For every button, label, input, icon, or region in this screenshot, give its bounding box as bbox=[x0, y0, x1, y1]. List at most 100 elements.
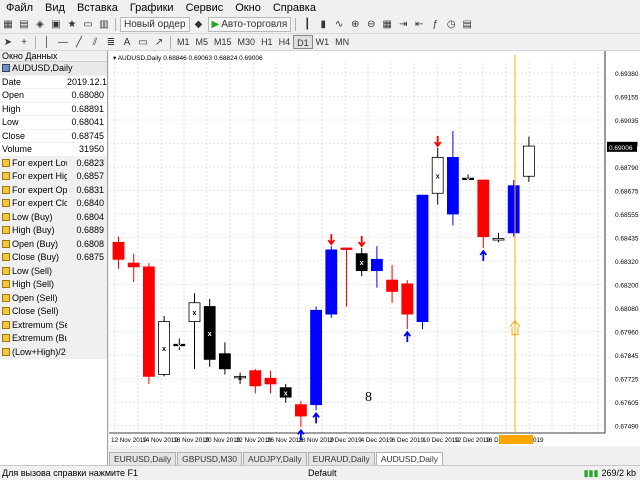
autotrading-label: Авто-торговля bbox=[221, 19, 288, 30]
data-window-icon[interactable]: ▣ bbox=[49, 17, 63, 32]
label-icon[interactable]: ▭ bbox=[136, 35, 150, 50]
profiles-icon[interactable]: ▤ bbox=[17, 17, 31, 32]
timeframe-m5[interactable]: M5 bbox=[193, 35, 212, 49]
timeframe-w1[interactable]: W1 bbox=[313, 35, 333, 49]
market-watch-icon[interactable]: ◈ bbox=[33, 17, 47, 32]
data-row: High 0.68891 bbox=[0, 103, 107, 116]
timeframe-d1[interactable]: D1 bbox=[293, 35, 313, 49]
menu-item-4[interactable]: Сервис bbox=[180, 0, 230, 16]
menu-item-2[interactable]: Вставка bbox=[71, 0, 124, 16]
tile-windows-icon[interactable]: ▦ bbox=[380, 17, 394, 32]
chart-shift-icon[interactable]: ⇤ bbox=[412, 17, 426, 32]
periods-icon[interactable]: ◷ bbox=[444, 17, 458, 32]
terminal-icon[interactable]: ▭ bbox=[81, 17, 95, 32]
price-tick-label: 0.67605 bbox=[615, 400, 639, 407]
connection-icon: ▮▮▮ bbox=[583, 467, 599, 478]
timeframe-h1[interactable]: H1 bbox=[258, 35, 276, 49]
indicator-row: For expert Open 0.6831 bbox=[0, 183, 107, 197]
new-chart-icon[interactable]: ▦ bbox=[1, 17, 15, 32]
chart-tab[interactable]: AUDUSD,Daily bbox=[375, 452, 443, 465]
candle-x-mark: x bbox=[162, 346, 166, 353]
candle-x-mark: x bbox=[360, 260, 364, 267]
price-tick-label: 0.69380 bbox=[615, 71, 639, 78]
chart-tab[interactable]: AUDJPY,Daily bbox=[242, 452, 307, 465]
tester-icon[interactable]: ▥ bbox=[97, 17, 111, 32]
indicator-row: Extremum (Buy) bbox=[0, 332, 107, 346]
line-chart-icon[interactable]: ∿ bbox=[332, 17, 346, 32]
zoom-in-icon[interactable]: ⊕ bbox=[348, 17, 362, 32]
price-tick-label: 0.69035 bbox=[615, 118, 639, 125]
timeframe-m15[interactable]: M15 bbox=[211, 35, 235, 49]
bar-chart-icon[interactable]: ┃ bbox=[300, 17, 314, 32]
menu-item-3[interactable]: Графики bbox=[124, 0, 180, 16]
candlestick-icon[interactable]: ▮ bbox=[316, 17, 330, 32]
toolbar-separator bbox=[115, 18, 116, 31]
chart-tab[interactable]: EURAUD,Daily bbox=[307, 452, 375, 465]
candle-body bbox=[386, 279, 399, 292]
horizontal-line-icon[interactable]: — bbox=[56, 35, 70, 50]
indicator-row: Low (Buy) 0.6804 bbox=[0, 210, 107, 224]
buy-arrow-icon bbox=[312, 411, 320, 424]
indicator-label: Extremum (Sell) bbox=[12, 319, 67, 330]
price-tick-label: 0.67725 bbox=[615, 377, 639, 384]
menu-item-0[interactable]: Файл bbox=[0, 0, 39, 16]
metaeditor-icon[interactable]: ◆ bbox=[192, 17, 206, 32]
vertical-line-icon[interactable]: │ bbox=[40, 35, 54, 50]
new-order-label: Новый ордер bbox=[124, 19, 186, 30]
candle-x-mark: x bbox=[177, 343, 181, 350]
candle-body bbox=[416, 194, 429, 323]
price-tick-label: 0.67960 bbox=[615, 330, 639, 337]
candle-body bbox=[264, 377, 277, 385]
chart-canvas[interactable]: 0.693800.691550.690350.689100.687900.686… bbox=[109, 51, 640, 446]
autotrading-button[interactable]: ▶ Авто-торговля bbox=[207, 17, 292, 32]
text-icon[interactable]: A bbox=[120, 35, 134, 50]
menu-item-5[interactable]: Окно bbox=[229, 0, 267, 16]
data-row-label: Low bbox=[2, 117, 19, 128]
crosshair-icon[interactable]: + bbox=[17, 35, 31, 50]
timeframe-mn[interactable]: MN bbox=[332, 35, 352, 49]
new-order-button[interactable]: Новый ордер bbox=[120, 17, 190, 32]
indicator-value: 0.6804 bbox=[76, 211, 104, 222]
timeframe-m30[interactable]: M30 bbox=[235, 35, 259, 49]
cursor-date-badge bbox=[499, 435, 533, 444]
indicator-icon bbox=[2, 280, 10, 289]
indicator-icon bbox=[2, 158, 10, 167]
price-tick-label: 0.68080 bbox=[615, 306, 639, 313]
indicator-value: 0.6831 bbox=[76, 184, 104, 195]
indicator-icon bbox=[2, 199, 10, 208]
menu-item-1[interactable]: Вид bbox=[39, 0, 71, 16]
chart-tab[interactable]: EURUSD,Daily bbox=[109, 452, 177, 465]
data-window-title: Окно Данных bbox=[0, 51, 107, 62]
zoom-out-icon[interactable]: ⊖ bbox=[364, 17, 378, 32]
toolbar-separator bbox=[295, 18, 297, 31]
price-tick-label: 0.69155 bbox=[615, 95, 639, 102]
cursor-icon[interactable]: ➤ bbox=[1, 35, 15, 50]
status-bar: Для вызова справки нажмите F1 Default ▮▮… bbox=[0, 465, 640, 480]
timeframe-m1[interactable]: M1 bbox=[174, 35, 193, 49]
hollow-up-arrow-icon bbox=[509, 319, 521, 336]
navigator-icon[interactable]: ★ bbox=[65, 17, 79, 32]
timeframe-h4[interactable]: H4 bbox=[276, 35, 294, 49]
timeframes-toolbar: M1 M5 M15 M30 H1 H4 D1 W1 MN bbox=[174, 35, 352, 49]
candle-body bbox=[112, 241, 125, 260]
chart-tab[interactable]: GBPUSD,M30 bbox=[177, 452, 242, 465]
trendline-icon[interactable]: ╱ bbox=[72, 35, 86, 50]
data-row-label: Volume bbox=[2, 144, 33, 155]
menu-bar: Файл Вид Вставка Графики Сервис Окно Справка bbox=[0, 0, 640, 16]
indicator-row: (Low+High)/2 bbox=[0, 345, 107, 359]
arrows-icon[interactable]: ↗ bbox=[152, 35, 166, 50]
templates-icon[interactable]: ▤ bbox=[460, 17, 474, 32]
toolbar-separator bbox=[170, 35, 171, 49]
indicators-icon[interactable]: ƒ bbox=[428, 17, 442, 32]
indicator-label: (Low+High)/2 bbox=[12, 346, 66, 357]
candle-body bbox=[477, 179, 490, 238]
indicator-label: Low (Sell) bbox=[12, 265, 53, 276]
candle-body bbox=[127, 262, 140, 268]
fibonacci-icon[interactable]: ≣ bbox=[104, 35, 118, 50]
candle-body bbox=[294, 404, 307, 417]
menu-item-6[interactable]: Справка bbox=[267, 0, 322, 16]
chart-marker-text: 8 bbox=[365, 390, 372, 405]
price-chart[interactable]: 0.693800.691550.690350.689100.687900.686… bbox=[109, 51, 640, 446]
channel-icon[interactable]: ⫽ bbox=[88, 35, 102, 50]
autoscroll-icon[interactable]: ⇥ bbox=[396, 17, 410, 32]
